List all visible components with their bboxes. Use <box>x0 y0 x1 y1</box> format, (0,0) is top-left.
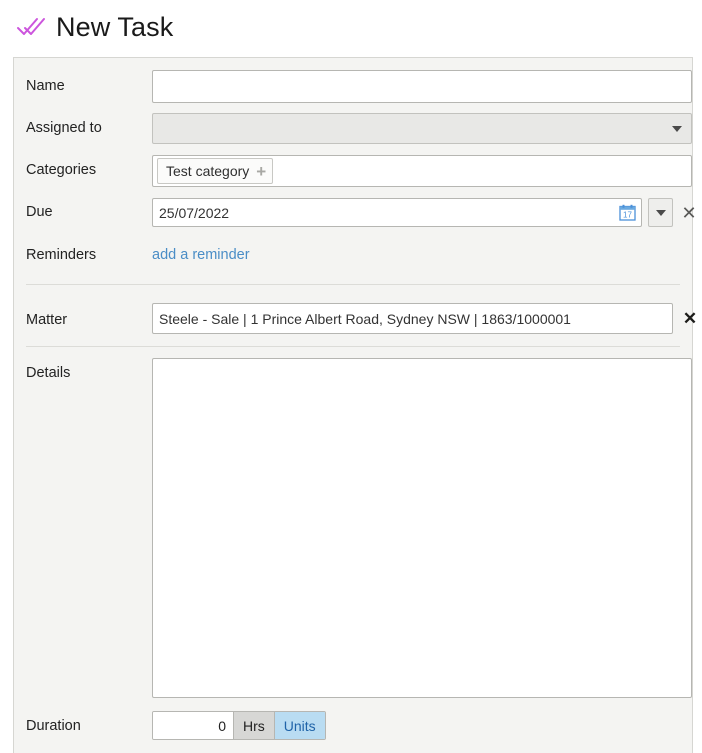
calendar-icon[interactable]: 17 <box>619 204 636 221</box>
duration-unit-hrs[interactable]: Hrs <box>233 712 274 739</box>
due-clear-button[interactable]: ✕ <box>676 198 702 227</box>
duration-label: Duration <box>26 718 81 734</box>
task-form-panel: Name Assigned to Categories Test categor… <box>13 57 697 753</box>
divider-bottom <box>26 346 680 347</box>
matter-clear-button[interactable]: ✕ <box>678 303 702 334</box>
due-dropdown-button[interactable] <box>648 198 673 227</box>
chevron-down-icon <box>655 209 666 216</box>
duration-unit-units[interactable]: Units <box>273 712 325 739</box>
chevron-down-icon <box>672 125 682 132</box>
add-reminder-link[interactable]: add a reminder <box>152 247 250 263</box>
divider-top <box>26 284 680 285</box>
svg-text:17: 17 <box>623 211 632 220</box>
category-chip[interactable]: Test category + <box>157 158 274 184</box>
details-textarea[interactable] <box>152 358 692 698</box>
categories-field[interactable]: Test category + <box>152 155 692 187</box>
matter-label: Matter <box>26 312 68 328</box>
categories-label: Categories <box>26 162 97 178</box>
assigned-to-label: Assigned to <box>26 120 102 136</box>
matter-input[interactable] <box>152 303 673 334</box>
double-check-icon <box>14 12 48 42</box>
details-label: Details <box>26 365 71 381</box>
reminders-label: Reminders <box>26 247 97 263</box>
name-label: Name <box>26 78 65 94</box>
due-date-input[interactable] <box>152 198 642 227</box>
duration-control: Hrs Units <box>152 711 326 740</box>
plus-icon[interactable]: + <box>256 163 266 180</box>
assigned-to-dropdown[interactable] <box>152 113 692 144</box>
due-label: Due <box>26 204 53 220</box>
duration-value-input[interactable] <box>153 712 233 739</box>
page-title: New Task <box>56 11 174 42</box>
name-input[interactable] <box>152 70 692 103</box>
category-chip-label: Test category <box>166 163 250 179</box>
page-header: New Task <box>0 0 702 54</box>
